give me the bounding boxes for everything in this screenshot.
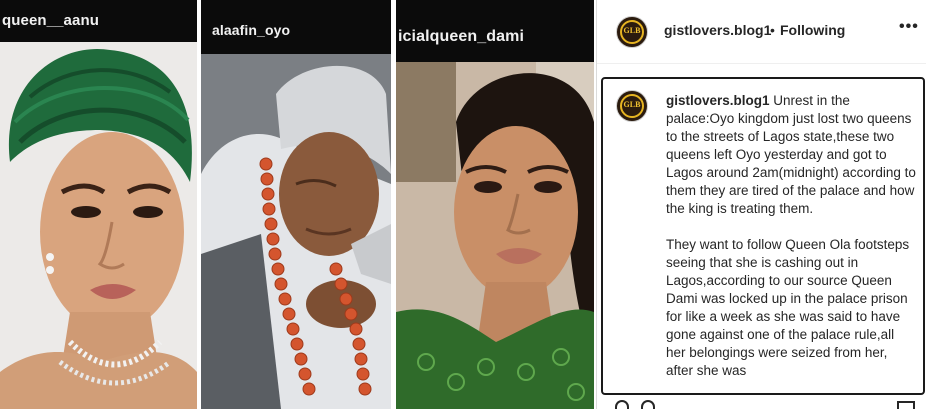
account-avatar[interactable]: GLB	[616, 16, 648, 48]
post-side-panel: GLB gistlovers.blog1 • Following ••• GLB…	[596, 0, 926, 409]
comment-bubble-icon[interactable]	[641, 400, 655, 409]
collage-photo-queen-aanu: queen__aanu	[0, 0, 197, 409]
post-header: GLB gistlovers.blog1 • Following •••	[597, 0, 926, 64]
avatar-logo-text: GLB	[623, 100, 641, 109]
like-heart-icon[interactable]	[615, 400, 629, 409]
account-username-link[interactable]: gistlovers.blog1	[664, 22, 771, 38]
caption-username-link[interactable]: gistlovers.blog1	[666, 93, 770, 108]
post-caption: gistlovers.blog1 Unrest in the palace:Oy…	[666, 92, 916, 393]
collage-photo-queen-dami: icialqueen_dami	[396, 0, 594, 409]
photo-handle: icialqueen_dami	[398, 28, 524, 45]
photo-handle: queen__aanu	[2, 12, 99, 29]
portrait-elderly-king	[201, 54, 391, 409]
header-separator: •	[770, 22, 775, 38]
save-bookmark-icon[interactable]	[897, 401, 915, 409]
portrait-woman-green-gele	[0, 42, 197, 409]
following-button[interactable]: Following	[780, 22, 845, 38]
portrait-woman-braids	[396, 62, 594, 409]
avatar-logo-text: GLB	[623, 26, 641, 35]
caption-paragraph: gistlovers.blog1 Unrest in the palace:Oy…	[666, 92, 916, 218]
post-image-collage[interactable]: queen__aanu alaafin_oyo icialqueen_dami	[0, 0, 596, 409]
more-options-icon[interactable]: •••	[899, 18, 919, 36]
post-actions-bar	[597, 400, 926, 409]
collage-photo-alaafin-oyo: alaafin_oyo	[201, 0, 391, 409]
photo-handle: alaafin_oyo	[212, 22, 291, 38]
caption-avatar[interactable]: GLB	[616, 90, 648, 122]
caption-container[interactable]: GLB gistlovers.blog1 Unrest in the palac…	[601, 77, 925, 395]
caption-paragraph: They want to follow Queen Ola footsteps …	[666, 237, 910, 378]
caption-text: Unrest in the palace:Oyo kingdom just lo…	[666, 93, 916, 216]
